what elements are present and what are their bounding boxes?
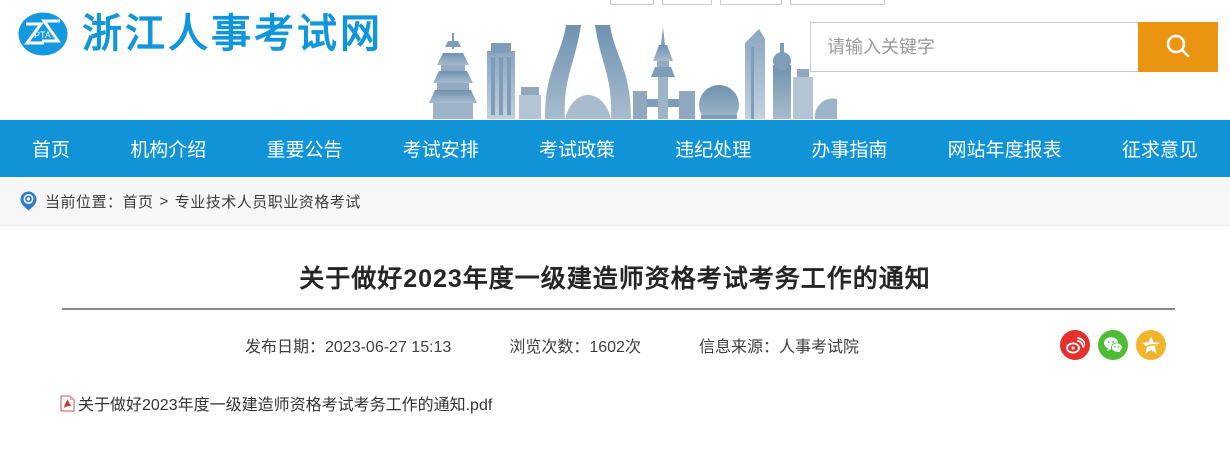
breadcrumb-label: 当前位置：	[45, 191, 123, 212]
nav-item-service-guide[interactable]: 办事指南	[811, 135, 887, 162]
top-utility-link[interactable]	[790, 0, 885, 5]
pdf-file-icon	[60, 395, 75, 412]
nav-item-exam-schedule[interactable]: 考试安排	[403, 135, 479, 162]
site-title: 浙江人事考试网	[82, 11, 383, 57]
main-nav: 首页 机构介绍 重要公告 考试安排 考试政策 违纪处理 办事指南 网站年度报表 …	[0, 120, 1230, 177]
search-input[interactable]	[810, 22, 1138, 72]
wechat-share-button[interactable]	[1098, 330, 1128, 360]
share-buttons	[1060, 329, 1166, 361]
top-utility-link[interactable]	[610, 0, 654, 5]
publish-date: 发布日期：2023-06-27 15:13	[245, 333, 451, 357]
location-pin-icon	[20, 191, 37, 211]
title-divider	[62, 308, 1175, 310]
qzone-star-icon	[1141, 335, 1161, 355]
top-utility-link[interactable]	[662, 0, 712, 5]
article-title: 关于做好2023年度一级建造师资格考试考务工作的通知	[0, 259, 1230, 295]
attachment-pdf-link[interactable]: 关于做好2023年度一级建造师资格考试考务工作的通知.pdf	[78, 391, 492, 415]
nav-item-exam-policy[interactable]: 考试政策	[539, 135, 615, 162]
breadcrumb: 当前位置： 首页 > 专业技术人员职业资格考试	[0, 177, 1230, 226]
svg-text:PTA: PTA	[34, 30, 51, 40]
weibo-share-button[interactable]	[1060, 330, 1090, 360]
breadcrumb-separator: >	[160, 193, 169, 210]
nav-item-annual-report[interactable]: 网站年度报表	[948, 135, 1062, 162]
wechat-icon	[1103, 335, 1123, 355]
site-search	[810, 22, 1218, 72]
nav-item-feedback[interactable]: 征求意见	[1122, 135, 1198, 162]
hangzhou-skyline-illustration	[425, 17, 837, 119]
qzone-share-button[interactable]	[1136, 330, 1166, 360]
info-source: 信息来源：人事考试院	[699, 333, 859, 357]
breadcrumb-current: 专业技术人员职业资格考试	[175, 191, 361, 212]
search-icon	[1163, 32, 1193, 62]
view-count: 浏览次数：1602次	[509, 333, 641, 357]
top-utility-links	[610, 0, 885, 5]
site-brand[interactable]: PTA 浙江人事考试网	[18, 11, 383, 57]
zpta-logo-icon: PTA	[18, 11, 68, 57]
article-meta-row: 发布日期：2023-06-27 15:13 浏览次数：1602次 信息来源：人事…	[0, 329, 1230, 361]
site-header: PTA 浙江人事考试网	[0, 0, 1230, 120]
attachment-row: 关于做好2023年度一级建造师资格考试考务工作的通知.pdf	[60, 391, 1230, 415]
nav-item-home[interactable]: 首页	[32, 135, 70, 162]
nav-item-announcements[interactable]: 重要公告	[266, 135, 342, 162]
top-utility-link[interactable]	[720, 0, 782, 5]
search-button[interactable]	[1138, 22, 1218, 72]
nav-item-about[interactable]: 机构介绍	[130, 135, 206, 162]
article-section: 关于做好2023年度一级建造师资格考试考务工作的通知 发布日期：2023-06-…	[0, 259, 1230, 415]
weibo-icon	[1065, 335, 1085, 355]
nav-item-violations[interactable]: 违纪处理	[675, 135, 751, 162]
breadcrumb-home-link[interactable]: 首页	[123, 194, 154, 211]
